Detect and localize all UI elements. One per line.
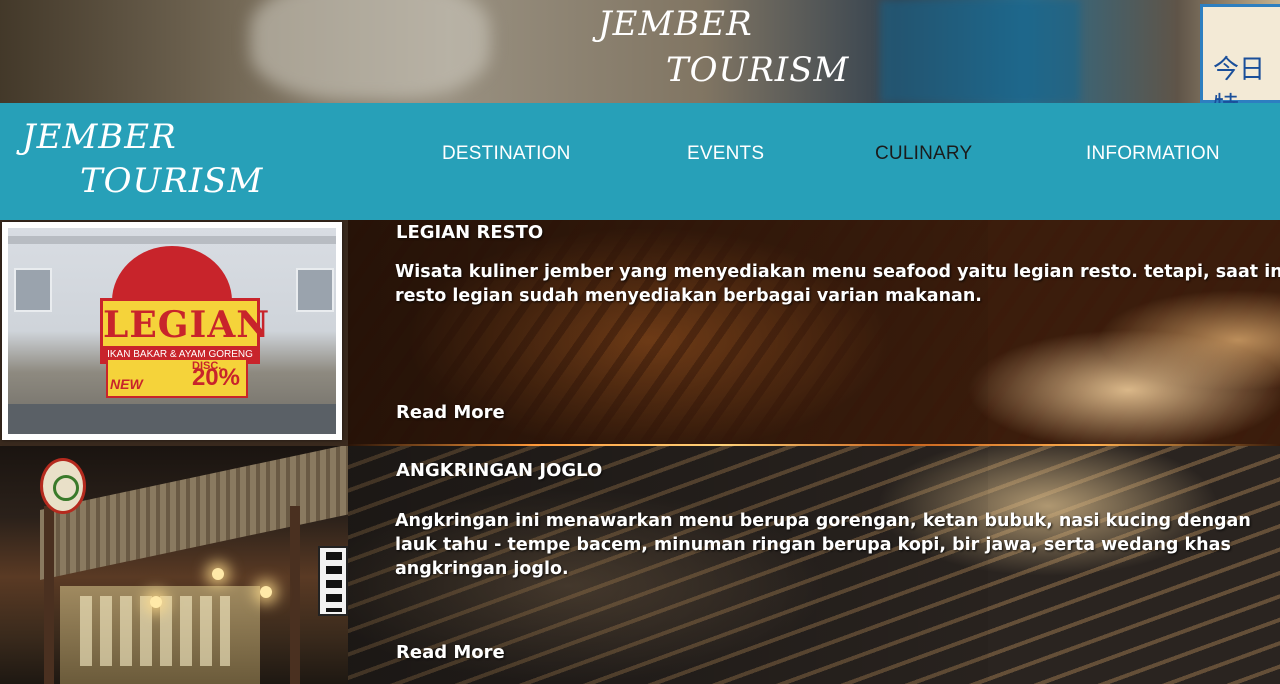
nav-item-events[interactable]: EVENTS <box>687 143 764 165</box>
lamp-light <box>260 586 272 598</box>
building-roof <box>8 236 336 244</box>
read-more-link[interactable]: Read More <box>396 402 505 423</box>
legian-resto-photo: LEGIAN IKAN BAKAR & AYAM GORENG DISC. NE… <box>8 228 336 434</box>
item-title: ANGKRINGAN JOGLO <box>396 460 603 481</box>
stall-pole <box>44 506 54 684</box>
item-thumbnail[interactable]: LEGIAN IKAN BAKAR & AYAM GORENG DISC. NE… <box>2 222 342 440</box>
item-thumbnail[interactable] <box>0 446 348 684</box>
signboard-lettering <box>326 552 342 612</box>
item-description: Wisata kuliner jember yang menyediakan m… <box>395 262 1280 306</box>
vertical-signboard <box>318 546 348 616</box>
restaurant-sign: LEGIAN <box>100 298 269 352</box>
site-logo[interactable]: JEMBER TOURISM <box>22 117 262 207</box>
nav-item-culinary[interactable]: CULINARY <box>875 143 972 165</box>
banner-background-shape <box>880 0 1080 103</box>
banner-sign: 今日特 <box>1200 4 1280 103</box>
banner-sign-text: 今日特 <box>1213 55 1266 103</box>
building-base <box>8 404 336 434</box>
item-description: Angkringan ini menawarkan menu berupa go… <box>395 511 1251 579</box>
stall-roof <box>40 446 348 581</box>
item-title: LEGIAN RESTO <box>396 222 544 243</box>
new-label: NEW <box>110 376 143 392</box>
nav-item-information[interactable]: INFORMATION <box>1086 143 1220 165</box>
logo-line2: TOURISM <box>80 161 264 201</box>
banner-title-line1: JEMBER <box>598 4 753 44</box>
culinary-item: ANGKRINGAN JOGLO Angkringan ini menawark… <box>0 446 1280 684</box>
logo-line1: JEMBER <box>22 117 177 157</box>
lamp-light <box>150 596 162 608</box>
building-window <box>296 268 334 312</box>
discount-percent: 20% <box>191 364 240 391</box>
banner-background-shape <box>250 0 490 100</box>
badge-emblem <box>53 475 79 501</box>
read-more-link[interactable]: Read More <box>396 642 505 663</box>
banner-title-line2: TOURISM <box>666 50 850 90</box>
restaurant-logo-badge <box>40 458 86 514</box>
stall-pole <box>290 506 300 684</box>
nav-item-destination[interactable]: DESTINATION <box>442 143 571 165</box>
banner-title: JEMBER TOURISM <box>598 4 858 99</box>
culinary-item: LEGIAN IKAN BAKAR & AYAM GORENG DISC. NE… <box>0 220 1280 446</box>
lamp-light <box>212 568 224 580</box>
building-window <box>14 268 52 312</box>
discount-banner: DISC. NEW 20% <box>106 358 248 398</box>
top-banner: 今日特 JEMBER TOURISM <box>0 0 1280 103</box>
navigation-bar: JEMBER TOURISM DESTINATION EVENTS CULINA… <box>0 103 1280 220</box>
